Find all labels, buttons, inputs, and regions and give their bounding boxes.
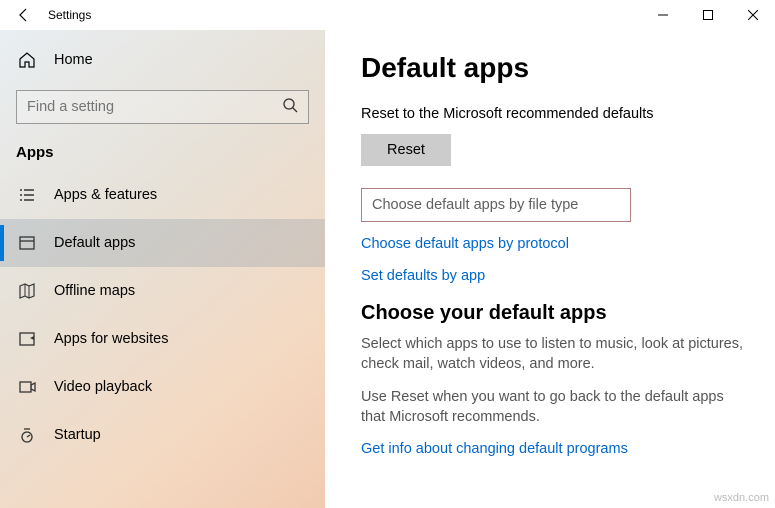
video-icon [16,378,38,396]
maximize-button[interactable] [685,0,730,30]
nav-default-apps[interactable]: Default apps [0,219,325,267]
list-icon [16,186,38,204]
home-nav[interactable]: Home [0,40,325,80]
map-icon [16,282,38,300]
reset-button-label: Reset [387,142,425,158]
nav-label: Apps for websites [54,331,168,347]
description-paragraph-2: Use Reset when you want to go back to th… [361,388,747,427]
search-box[interactable] [16,90,309,124]
nav-label: Default apps [54,235,135,251]
sidebar: Home Apps Apps & features Default ap [0,30,325,508]
default-apps-icon [16,234,38,252]
nav-label: Video playback [54,379,152,395]
watermark: wsxdn.com [714,492,769,504]
nav-offline-maps[interactable]: Offline maps [0,267,325,315]
close-button[interactable] [730,0,775,30]
minimize-button[interactable] [640,0,685,30]
link-set-defaults-by-app[interactable]: Set defaults by app [361,268,747,284]
link-get-info[interactable]: Get info about changing default programs [361,441,747,457]
nav-label: Offline maps [54,283,135,299]
websites-icon [16,330,38,348]
home-label: Home [54,52,93,68]
nav-startup[interactable]: Startup [0,411,325,459]
back-button[interactable] [8,7,40,23]
link-label: Choose default apps by file type [372,197,578,213]
link-choose-by-protocol[interactable]: Choose default apps by protocol [361,236,747,252]
search-input[interactable] [27,99,282,115]
home-icon [16,51,38,69]
description-paragraph-1: Select which apps to use to listen to mu… [361,335,747,374]
subheading: Choose your default apps [361,302,747,325]
page-title: Default apps [361,52,747,84]
nav-label: Startup [54,427,101,443]
search-icon [282,97,298,118]
reset-button[interactable]: Reset [361,134,451,166]
nav-apps-websites[interactable]: Apps for websites [0,315,325,363]
section-header-apps: Apps [0,138,325,171]
nav-video-playback[interactable]: Video playback [0,363,325,411]
reset-description: Reset to the Microsoft recommended defau… [361,106,747,122]
link-choose-by-filetype[interactable]: Choose default apps by file type [361,188,631,222]
nav-label: Apps & features [54,187,157,203]
nav-apps-features[interactable]: Apps & features [0,171,325,219]
main-content: Default apps Reset to the Microsoft reco… [325,30,775,508]
window-title: Settings [48,8,91,22]
startup-icon [16,426,38,444]
